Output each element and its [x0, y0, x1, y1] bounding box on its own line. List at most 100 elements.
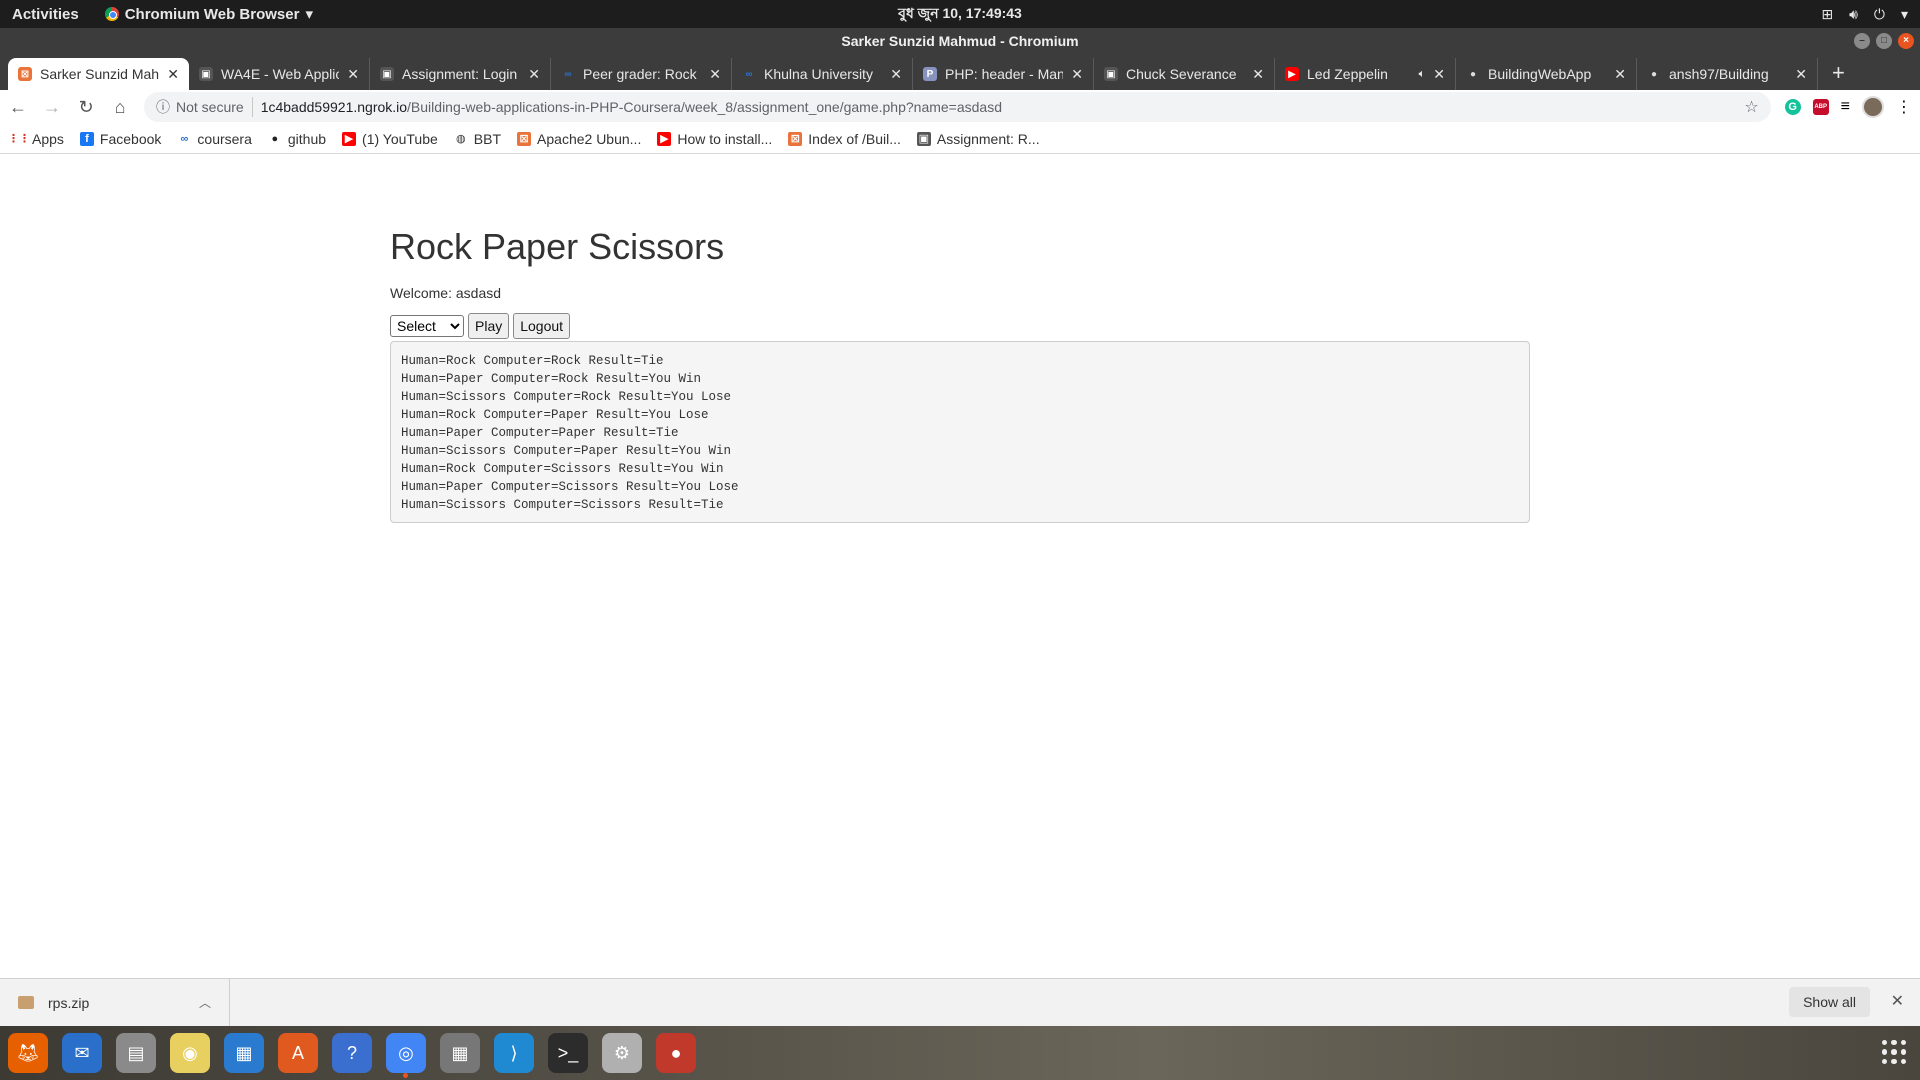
screenshot-tool-icon[interactable]: ▦	[440, 1033, 480, 1073]
profile-avatar[interactable]	[1862, 96, 1884, 118]
media-controls-icon[interactable]: ≡	[1841, 98, 1850, 116]
tab-9[interactable]: ● ansh97/Building ✕	[1637, 58, 1818, 90]
result-line: Human=Rock Computer=Scissors Result=You …	[401, 461, 724, 476]
result-line: Human=Scissors Computer=Paper Result=You…	[401, 443, 732, 458]
tab-1[interactable]: ▣ WA4E - Web Applications ✕	[189, 58, 370, 90]
bookmark-item[interactable]: ● github	[268, 131, 326, 147]
web-page: Rock Paper Scissors Welcome: asdasd Sele…	[0, 155, 1920, 978]
chromium-icon[interactable]: ◎	[386, 1033, 426, 1078]
close-tab-icon[interactable]: ✕	[1795, 66, 1807, 83]
grammarly-icon[interactable]: G	[1784, 99, 1801, 115]
thunderbird-icon[interactable]: ✉	[62, 1033, 102, 1073]
bookmark-item[interactable]: ▶ How to install...	[657, 131, 772, 147]
info-icon: ⓘ	[156, 99, 170, 115]
archive-file-icon	[18, 996, 34, 1009]
maximize-button[interactable]: □	[1876, 33, 1892, 49]
tab-2[interactable]: ▣ Assignment: Login ✕	[370, 58, 551, 90]
close-tab-icon[interactable]: ✕	[1614, 66, 1626, 83]
close-tab-icon[interactable]: ✕	[1252, 66, 1264, 83]
bookmark-label: Apps	[32, 130, 64, 147]
game-form: Select Play Logout	[390, 312, 1530, 339]
help-icon[interactable]: ?	[332, 1033, 372, 1073]
chevron-up-icon[interactable]: ︿	[199, 994, 211, 1011]
minimize-button[interactable]: –	[1854, 33, 1870, 49]
close-tab-icon[interactable]: ✕	[1071, 66, 1083, 83]
firefox-icon[interactable]: 🦊︎	[8, 1033, 48, 1073]
download-item[interactable]: rps.zip ︿	[0, 978, 230, 1027]
back-button[interactable]: ←	[8, 97, 28, 118]
tab-3[interactable]: ∞ Peer grader: Rock ✕	[551, 58, 732, 90]
audio-playing-icon[interactable]: 🔈︎	[1419, 68, 1426, 81]
app-menu[interactable]: Chromium Web Browser ▾	[91, 5, 313, 23]
rhythmbox-icon[interactable]: ◉	[170, 1033, 210, 1073]
close-tab-icon[interactable]: ✕	[528, 66, 540, 83]
coursera-icon: ∞	[564, 68, 572, 80]
close-tab-icon[interactable]: ✕	[890, 66, 902, 83]
tab-6[interactable]: ▣ Chuck Severance ✕	[1094, 58, 1275, 90]
result-line: Human=Paper Computer=Rock Result=You Win	[401, 371, 702, 386]
site-info[interactable]: ⓘ Not secure	[156, 97, 253, 117]
writer-icon[interactable]: ▦	[224, 1033, 264, 1073]
tab-title: WA4E - Web Applications	[221, 66, 340, 82]
wa4e-icon: ▣	[1104, 67, 1118, 81]
ngrok-orange-icon: ⊠	[788, 131, 803, 146]
bookmark-star-icon[interactable]: ☆	[1744, 97, 1758, 117]
show-applications-icon[interactable]	[1882, 1040, 1906, 1064]
download-filename: rps.zip	[48, 994, 90, 1011]
bookmark-item[interactable]: ▶ (1) YouTube	[342, 131, 438, 147]
address-bar[interactable]: ⓘ Not secure 1c4badd59921.ngrok.io/Build…	[144, 92, 1771, 122]
tab-5[interactable]: P PHP: header - Manual ✕	[913, 58, 1094, 90]
vscode-icon[interactable]: ⟩	[494, 1033, 534, 1073]
software-center-icon[interactable]: A	[278, 1033, 318, 1073]
home-button[interactable]: ⌂	[110, 97, 130, 118]
human-choice-select[interactable]: Select	[390, 314, 464, 337]
game-container: Rock Paper Scissors Welcome: asdasd Sele…	[390, 227, 1530, 523]
navigation-bar: ← → ↻ ⌂ ⓘ Not secure 1c4badd59921.ngrok.…	[0, 90, 1920, 124]
apps-grid-icon: ⋮⋮	[8, 133, 30, 145]
bookmark-item[interactable]: ⋮⋮ Apps	[8, 130, 64, 147]
bookmark-item[interactable]: ⊠ Apache2 Ubun...	[517, 131, 641, 147]
result-line: Human=Scissors Computer=Scissors Result=…	[401, 497, 724, 512]
tab-0[interactable]: ⊠ Sarker Sunzid Mahmud ✕	[8, 58, 189, 90]
youtube-icon: ▶	[1285, 67, 1299, 81]
bookmark-item[interactable]: ▣ Assignment: R...	[916, 131, 1040, 147]
forward-button[interactable]: →	[42, 97, 62, 118]
clock[interactable]: বুধ জুন 10, 17:49:43	[898, 2, 1022, 26]
tab-8[interactable]: ● BuildingWebApp ✕	[1456, 58, 1637, 90]
ngrok-orange-icon: ⊠	[18, 67, 32, 81]
close-icon[interactable]: ✕	[1891, 991, 1904, 1011]
terminal-icon[interactable]: >_	[548, 1033, 588, 1073]
app-menu-label: Chromium Web Browser	[124, 5, 300, 23]
close-tab-icon[interactable]: ✕	[1433, 66, 1445, 83]
files-icon[interactable]: ▤	[116, 1033, 156, 1073]
bookmarks-bar: ⋮⋮ Apps f Facebook ∞ coursera ● github ▶ (1) YouT…	[0, 124, 1920, 154]
tab-title: ansh97/Building	[1669, 66, 1769, 82]
kebab-menu-icon[interactable]: ⋮	[1896, 97, 1912, 117]
close-tab-icon[interactable]: ✕	[347, 66, 359, 83]
close-tab-icon[interactable]: ✕	[167, 66, 179, 83]
logout-button[interactable]: Logout	[513, 312, 571, 339]
coursera-icon: ∞	[745, 68, 753, 80]
tab-title: Sarker Sunzid Mahmud	[40, 66, 160, 82]
close-tab-icon[interactable]: ✕	[709, 66, 721, 83]
activities-button[interactable]: Activities	[0, 6, 91, 23]
result-line: Human=Rock Computer=Paper Result=You Los…	[401, 407, 709, 422]
system-tray[interactable]: ⊞ 🔊︎ ⏻ ▾	[1821, 6, 1908, 23]
bookmark-item[interactable]: ∞ coursera	[177, 131, 251, 147]
recorder-icon[interactable]: ●	[656, 1033, 696, 1073]
new-tab-button[interactable]: +	[1818, 60, 1859, 90]
play-button[interactable]: Play	[468, 312, 510, 339]
tab-strip: ⊠ Sarker Sunzid Mahmud ✕ ▣ WA4E - Web Applic…	[0, 54, 1920, 90]
bookmark-item[interactable]: ⊠ Index of /Buil...	[788, 131, 901, 147]
bookmark-item[interactable]: f Facebook	[79, 131, 161, 147]
show-all-button[interactable]: Show all	[1789, 987, 1870, 1017]
tab-title: Peer grader: Rock	[583, 66, 697, 82]
adblock-plus-icon[interactable]: ABP	[1812, 99, 1829, 115]
network-icon: ⊞	[1821, 5, 1834, 22]
settings-icon[interactable]: ⚙	[602, 1033, 642, 1073]
close-window-button[interactable]: ×	[1898, 33, 1914, 49]
reload-button[interactable]: ↻	[76, 97, 96, 118]
tab-7[interactable]: ▶ Led Zeppelin 🔈︎ ✕	[1275, 58, 1456, 90]
bookmark-item[interactable]: ◍ BBT	[454, 131, 501, 147]
tab-4[interactable]: ∞ Khulna University ✕	[732, 58, 913, 90]
